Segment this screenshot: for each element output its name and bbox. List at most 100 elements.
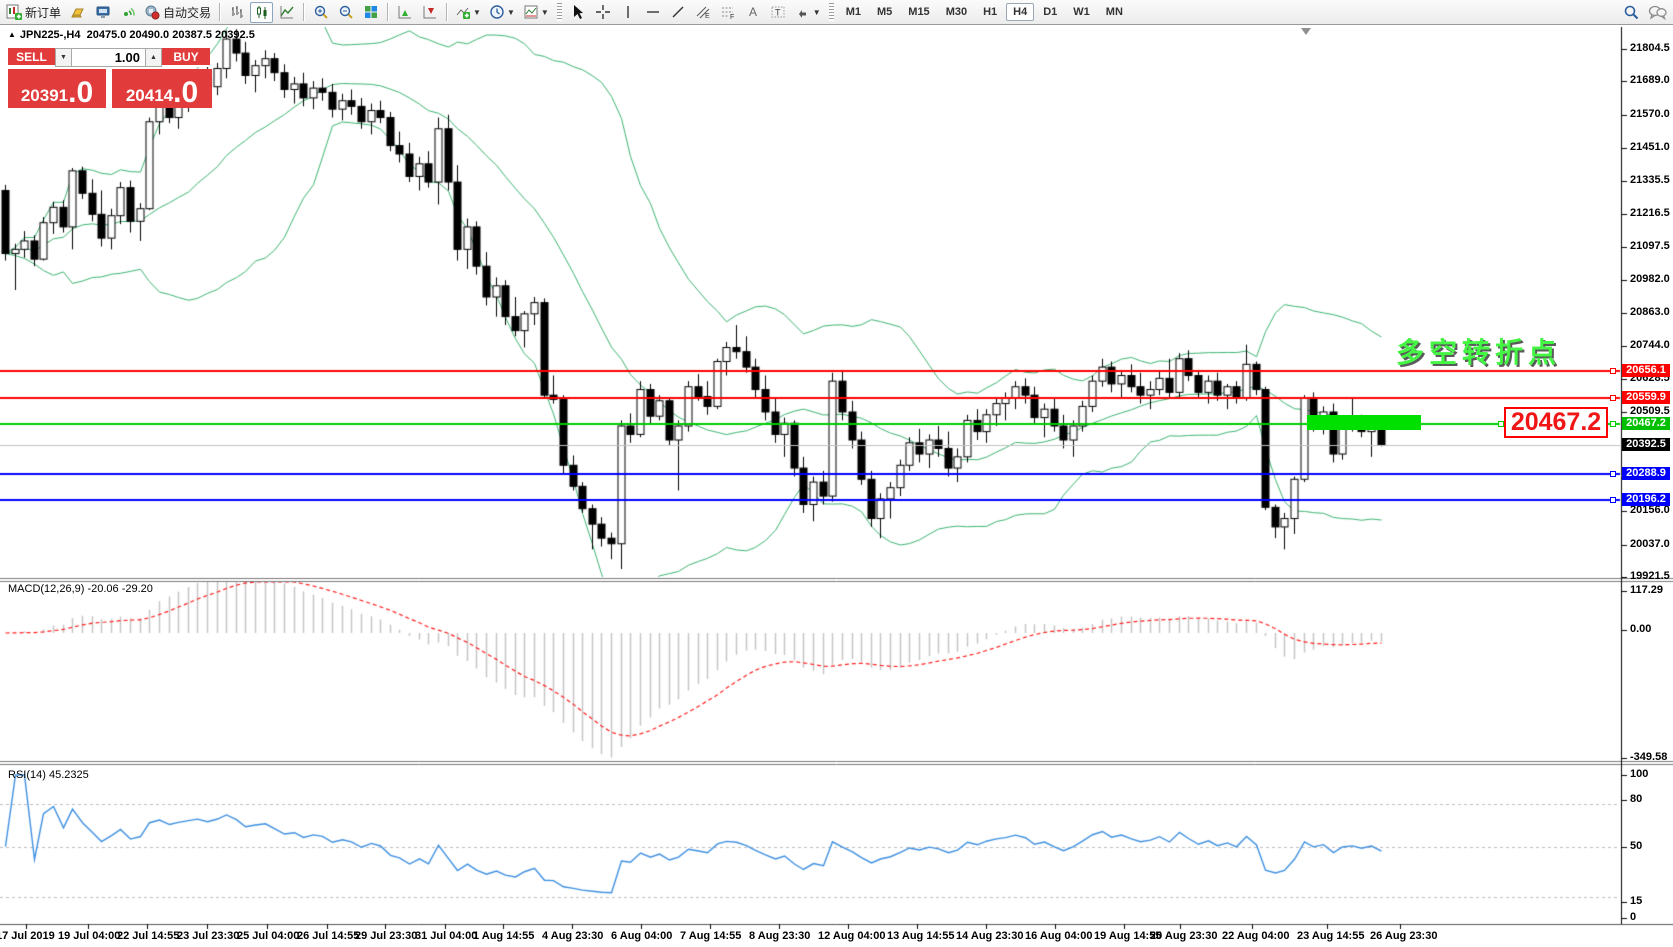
chart-area[interactable] [0, 26, 1673, 947]
buy-price-button[interactable]: 20414.0 [112, 69, 212, 108]
hline-price-badge: 20288.9 [1622, 467, 1670, 480]
hline-price-badge: 20196.2 [1622, 493, 1670, 506]
hline-handle[interactable] [1610, 395, 1616, 401]
horizontal-line-tool-button[interactable] [642, 2, 665, 23]
arrows-tool-button[interactable]: ▼ [792, 2, 824, 23]
price-axis-label: 20037.0 [1630, 538, 1670, 550]
cursor-tool-button[interactable] [567, 2, 590, 23]
vertical-line-tool-button[interactable] [617, 2, 640, 23]
toolbar-separator [219, 3, 220, 21]
time-axis-label: 8 Aug 23:30 [749, 930, 810, 942]
indicators-button[interactable]: ▼ [452, 2, 484, 23]
toolbar-separator [303, 3, 304, 21]
chart-shift-marker[interactable] [1301, 28, 1311, 35]
price-axis-label: 21804.5 [1630, 42, 1670, 54]
text-icon: A [745, 4, 761, 20]
toolbar: 新订单 自动交易 ▼ ▼ [0, 0, 1673, 25]
toolbar-grip[interactable] [829, 3, 834, 21]
line-chart-icon [279, 4, 295, 20]
volume-decrease-button[interactable]: ▼ [55, 48, 72, 67]
timeframe-button-m5[interactable]: M5 [870, 3, 899, 21]
signals-button[interactable] [116, 2, 139, 23]
chat-icon [1648, 4, 1667, 20]
text-tool-button[interactable]: A [742, 2, 765, 23]
hline-handle[interactable] [1610, 471, 1616, 477]
equidistant-channel-icon: E [695, 4, 711, 20]
label-tool-button[interactable]: T [767, 2, 790, 23]
candlestick-chart-icon [254, 4, 270, 20]
time-axis-label: 19 Jul 04:00 [58, 930, 120, 942]
time-axis-label: 29 Jul 23:30 [355, 930, 417, 942]
terminal-button[interactable] [91, 2, 114, 23]
auto-trading-button[interactable]: 自动交易 [141, 2, 214, 23]
time-axis-label: 23 Aug 14:55 [1297, 930, 1364, 942]
timeframe-button-m15[interactable]: M15 [901, 3, 936, 21]
volume-input[interactable]: 1.00 [72, 48, 145, 67]
crosshair-tool-button[interactable] [592, 2, 615, 23]
crosshair-icon [595, 4, 611, 20]
time-axis-label: 7 Aug 14:55 [680, 930, 741, 942]
buy-price-main: 20414 [126, 86, 173, 106]
highlight-rectangle[interactable] [1307, 415, 1421, 430]
time-axis-label: 14 Aug 23:30 [956, 930, 1023, 942]
price-axis-label: 21689.0 [1630, 74, 1670, 86]
rsi-axis-label: 50 [1630, 840, 1642, 852]
timeframe-button-w1[interactable]: W1 [1066, 3, 1097, 21]
price-axis-label: 21451.0 [1630, 141, 1670, 153]
time-axis-label: 17 Jul 2019 [0, 930, 55, 942]
line-chart-button[interactable] [275, 2, 298, 23]
candlestick-chart-button[interactable] [250, 2, 273, 23]
timeframe-button-mn[interactable]: MN [1099, 3, 1130, 21]
timeframe-button-h4[interactable]: H4 [1006, 3, 1034, 21]
sell-button[interactable]: SELL [8, 48, 55, 67]
chart-shift-button[interactable] [418, 2, 441, 23]
auto-scroll-button[interactable] [393, 2, 416, 23]
trendline-icon [670, 4, 686, 20]
sell-price-button[interactable]: 20391.0 [8, 69, 106, 108]
bar-chart-button[interactable] [225, 2, 248, 23]
svg-text:A: A [749, 5, 757, 19]
sell-price-frac: .0 [68, 80, 93, 106]
turning-point-annotation[interactable]: 多空转折点 [1396, 331, 1561, 371]
chat-button[interactable] [1645, 2, 1670, 23]
price-axis-label: 21097.5 [1630, 240, 1670, 252]
sell-price-main: 20391 [21, 86, 68, 106]
buy-button[interactable]: BUY [162, 48, 210, 67]
periods-button[interactable]: ▼ [486, 2, 518, 23]
timeframe-button-m30[interactable]: M30 [939, 3, 974, 21]
hline-handle[interactable] [1610, 497, 1616, 503]
toolbar-grip[interactable] [557, 3, 562, 21]
tile-windows-icon [363, 4, 379, 20]
gold-icon [70, 4, 86, 20]
new-order-button[interactable]: 新订单 [3, 2, 64, 23]
trendline-tool-button[interactable] [667, 2, 690, 23]
zoom-in-button[interactable] [309, 2, 332, 23]
volume-increase-button[interactable]: ▲ [145, 48, 162, 67]
collapse-panel-arrow[interactable]: ▲ [8, 30, 16, 39]
price-axis-label: 21570.0 [1630, 108, 1670, 120]
rsi-axis-label: 15 [1630, 895, 1642, 907]
tile-windows-button[interactable] [359, 2, 382, 23]
rsi-axis-label: 100 [1630, 768, 1648, 780]
time-axis-label: 6 Aug 04:00 [611, 930, 672, 942]
market-watch-button[interactable] [66, 2, 89, 23]
time-axis-label: 22 Jul 14:55 [117, 930, 179, 942]
timeframe-button-m1[interactable]: M1 [839, 3, 868, 21]
zoom-out-button[interactable] [334, 2, 357, 23]
macd-axis-label: 0.00 [1630, 623, 1651, 635]
rsi-axis-label: 80 [1630, 793, 1642, 805]
hline-handle[interactable] [1610, 368, 1616, 374]
price-tag-annotation[interactable]: 20467.2 [1504, 407, 1608, 438]
hline-handle[interactable] [1610, 421, 1616, 427]
timeframe-button-d1[interactable]: D1 [1036, 3, 1064, 21]
signal-icon [120, 4, 136, 20]
channel-tool-button[interactable]: E [692, 2, 715, 23]
auto-trading-icon [144, 4, 160, 20]
timeframe-button-h1[interactable]: H1 [976, 3, 1004, 21]
symbol-period-label: JPN225-,H4 [20, 29, 81, 41]
hline-price-badge: 20467.2 [1622, 417, 1670, 430]
search-button[interactable] [1620, 2, 1643, 23]
timeframe-toolbar: M1M5M15M30H1H4D1W1MN [838, 3, 1131, 21]
templates-button[interactable]: ▼ [520, 2, 552, 23]
fibonacci-tool-button[interactable]: F [717, 2, 740, 23]
